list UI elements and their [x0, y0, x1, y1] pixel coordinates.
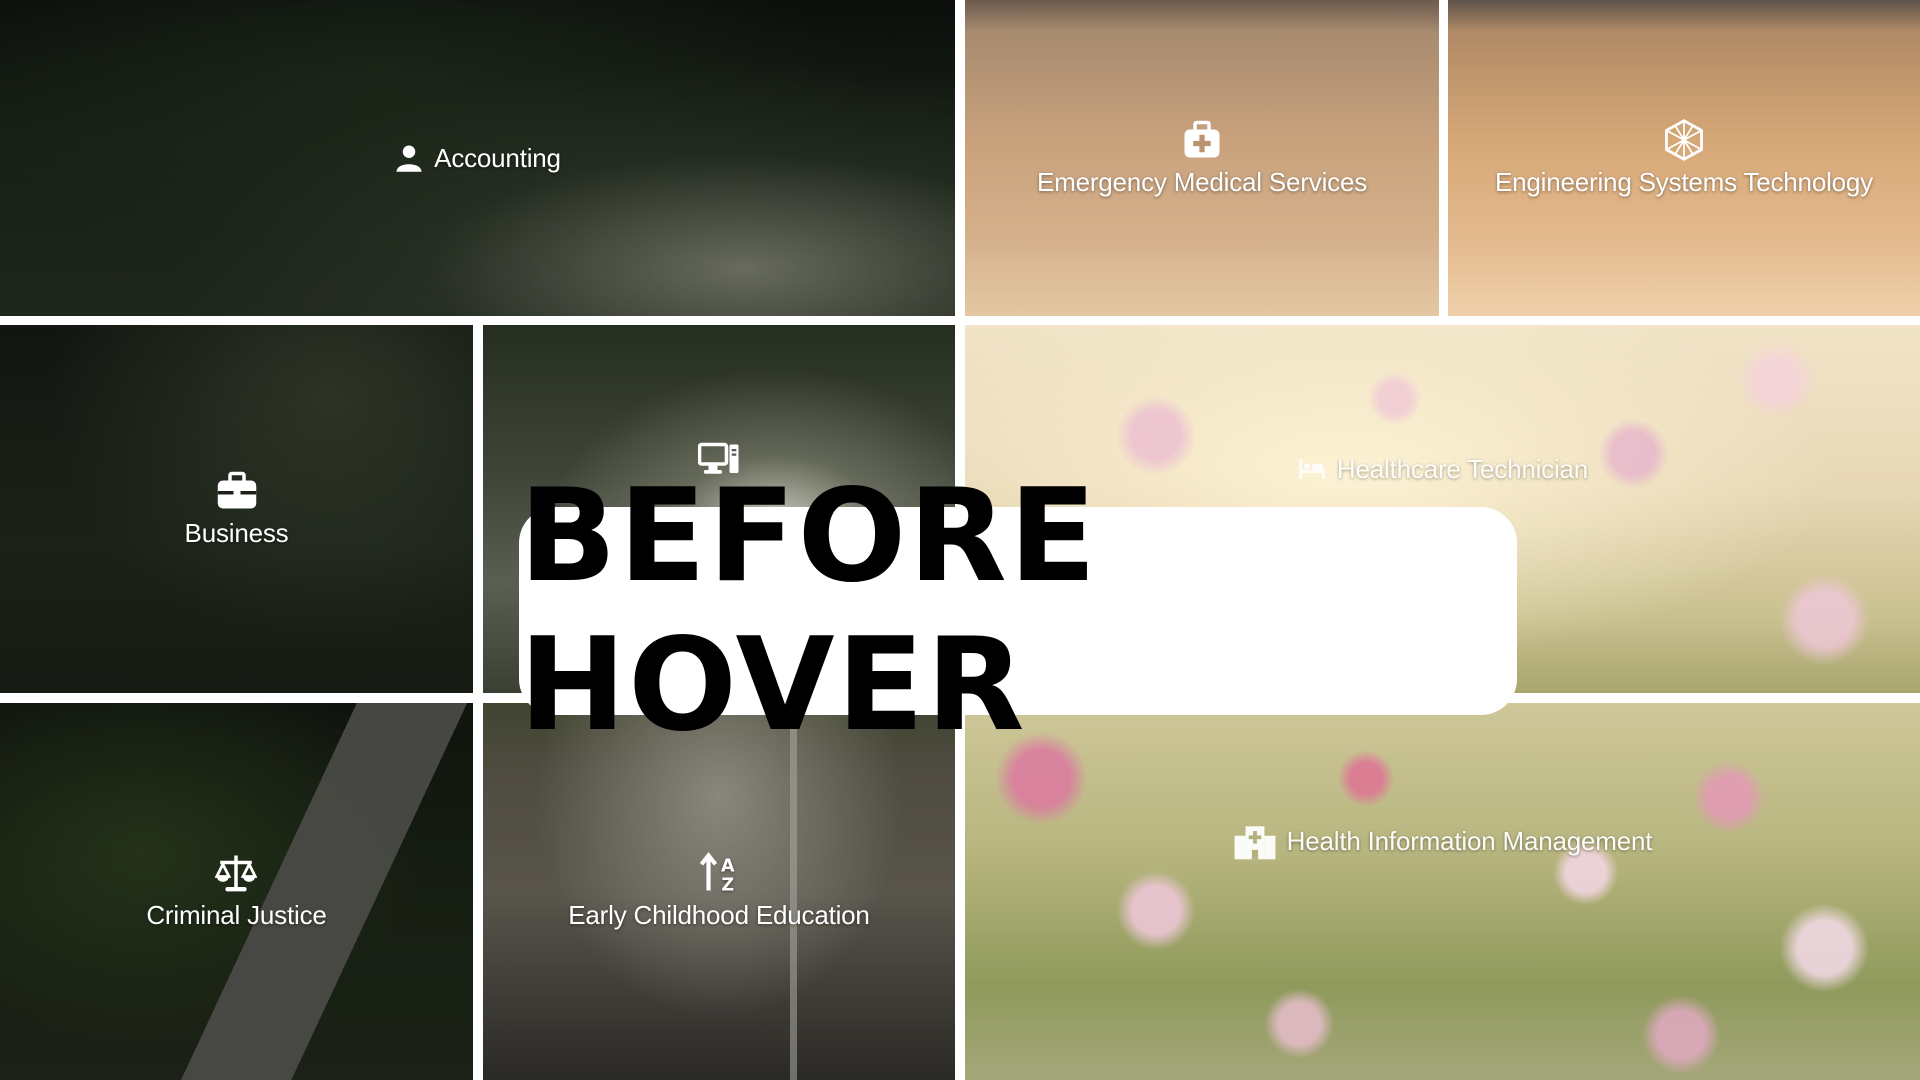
tile-content: A Z Early Childhood Education	[568, 852, 870, 931]
svg-text:Z: Z	[721, 876, 734, 895]
svg-text:A: A	[721, 856, 735, 876]
hexagon-pattern-icon	[1665, 118, 1703, 161]
tile-content: Criminal Justice	[146, 852, 327, 931]
before-hover-banner: BEFORE HOVER	[519, 462, 1517, 760]
tile-label: Engineering Systems Technology	[1495, 166, 1873, 197]
tile-content: Health Information Management	[1233, 823, 1653, 861]
program-tile-accounting[interactable]: Accounting	[0, 0, 955, 316]
user-icon	[396, 145, 422, 172]
tile-content: Emergency Medical Services	[1037, 119, 1367, 198]
program-tile-criminal-justice[interactable]: Criminal Justice	[0, 703, 473, 1080]
tile-label: Emergency Medical Services	[1036, 166, 1368, 197]
program-tile-engineering-systems-technology[interactable]: Engineering Systems Technology	[1448, 0, 1920, 316]
tile-label: Criminal Justice	[146, 900, 327, 930]
tile-content: Engineering Systems Technology	[1495, 118, 1873, 198]
sort-a-z-icon: A Z	[699, 852, 735, 895]
first-aid-kit-icon	[1184, 120, 1220, 157]
program-tile-emergency-medical-services[interactable]: Emergency Medical Services	[965, 0, 1439, 316]
program-tile-business[interactable]: Business	[0, 325, 473, 693]
banner-text: BEFORE HOVER	[519, 462, 1099, 760]
tile-label: Business	[184, 517, 289, 548]
briefcase-icon	[217, 471, 256, 508]
scales-icon	[215, 855, 258, 892]
tile-content: Business	[185, 470, 289, 549]
hospital-building-icon	[1234, 825, 1276, 859]
tile-label: Accounting	[434, 142, 561, 173]
tile-label: Health Information Management	[1286, 826, 1653, 856]
tile-label: Early Childhood Education	[568, 900, 870, 930]
tile-content: Accounting	[394, 143, 561, 174]
